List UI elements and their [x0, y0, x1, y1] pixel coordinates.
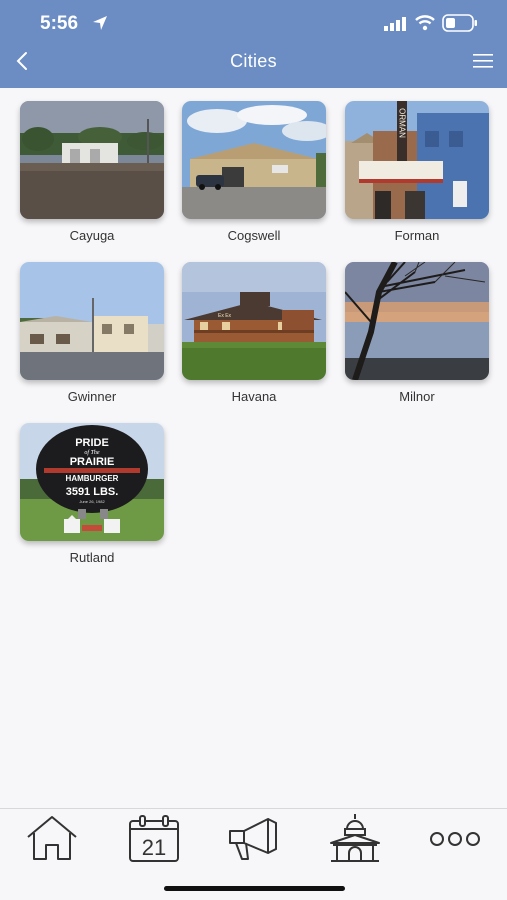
forman-sign-text: ORMAN — [398, 108, 407, 138]
hamburger-menu-icon[interactable] — [471, 51, 495, 71]
calendar-icon: 21 — [129, 815, 179, 862]
tab-calendar[interactable]: 21 — [124, 813, 184, 865]
rutland-sign-line: of The — [84, 449, 100, 456]
city-name: Rutland — [69, 550, 115, 565]
location-arrow-icon — [93, 16, 107, 30]
city-hall-icon — [330, 814, 380, 862]
city-name: Gwinner — [67, 389, 117, 404]
page-title: Cities — [230, 51, 277, 71]
city-tile-cayuga[interactable]: Cayuga — [20, 101, 164, 251]
city-photo — [20, 101, 164, 219]
rutland-sign-line: 3591 LBS. — [66, 486, 119, 498]
city-photo — [345, 262, 489, 380]
rutland-sign-line: HAMBURGER — [66, 474, 119, 483]
city-name: Cogswell — [227, 228, 281, 243]
city-name: Milnor — [399, 389, 435, 404]
city-name: Forman — [394, 228, 440, 243]
city-photo — [20, 262, 164, 380]
tab-more[interactable] — [425, 813, 485, 865]
city-photo: PRIDE of The PRAIRIE HAMBURGER 3591 LBS.… — [20, 423, 164, 541]
nav-header: 5:56 Cities — [0, 0, 507, 88]
havana-sign-text: Ex Ex — [218, 313, 232, 319]
city-tile-gwinner[interactable]: Gwinner — [20, 262, 164, 412]
signal-icon — [384, 17, 406, 31]
megaphone-icon — [229, 818, 277, 860]
more-icon — [430, 832, 480, 846]
home-icon — [27, 816, 77, 860]
tab-announcements[interactable] — [224, 813, 284, 865]
calendar-day-number: 21 — [142, 835, 166, 860]
tab-home[interactable] — [22, 813, 82, 865]
city-tile-forman[interactable]: ORMAN Forman — [345, 101, 489, 251]
city-name: Havana — [231, 389, 277, 404]
city-tile-rutland[interactable]: PRIDE of The PRAIRIE HAMBURGER 3591 LBS.… — [20, 423, 164, 573]
rutland-sign-line: PRAIRIE — [70, 456, 115, 468]
city-photo: ORMAN — [345, 101, 489, 219]
city-photo: Ex Ex — [182, 262, 326, 380]
city-tile-milnor[interactable]: Milnor — [345, 262, 489, 412]
city-tile-cogswell[interactable]: Cogswell — [182, 101, 326, 251]
home-indicator[interactable] — [164, 886, 345, 891]
city-photo — [182, 101, 326, 219]
rutland-sign-line: June 26, 1982 — [79, 499, 105, 504]
tab-city-hall[interactable] — [325, 813, 385, 865]
wifi-icon — [415, 15, 435, 31]
city-tile-havana[interactable]: Ex Ex Havana — [182, 262, 326, 412]
city-name: Cayuga — [69, 228, 115, 243]
rutland-sign-line: PRIDE — [75, 437, 109, 449]
status-time: 5:56 — [40, 13, 79, 34]
battery-icon — [442, 14, 477, 32]
